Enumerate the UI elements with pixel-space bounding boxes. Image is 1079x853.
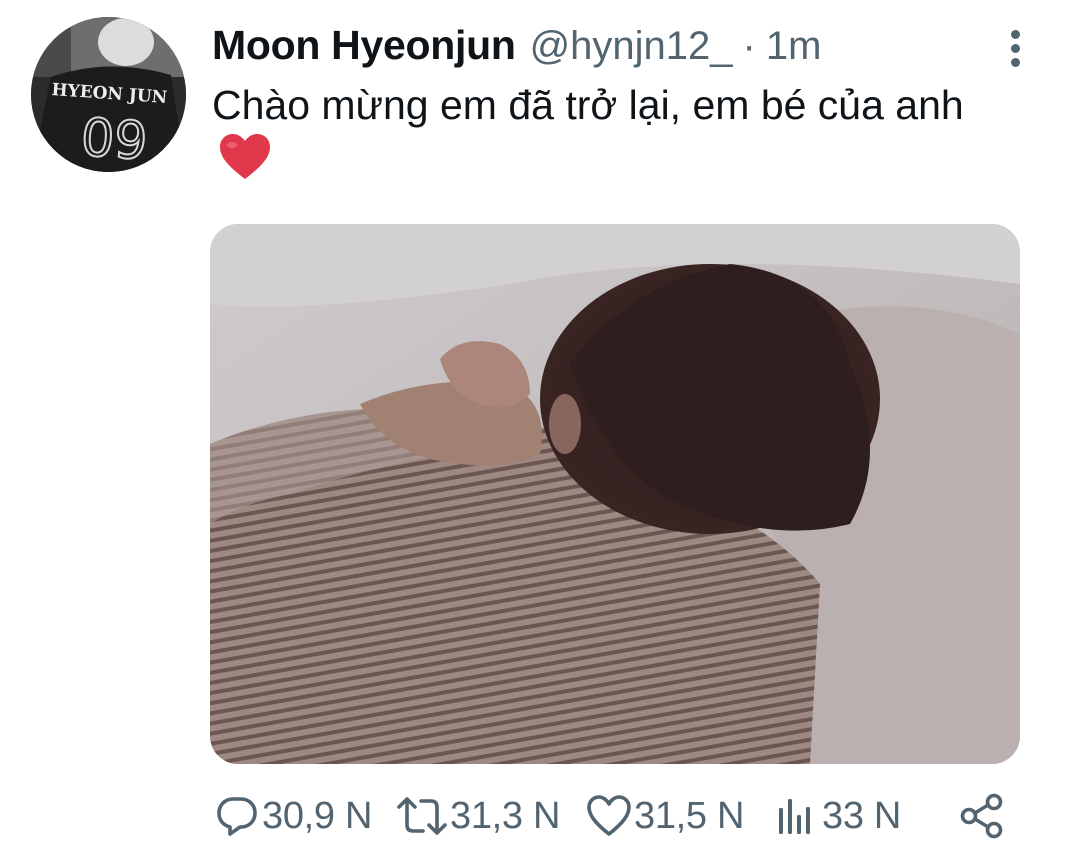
views-icon (779, 799, 810, 834)
separator-dot: · (742, 24, 756, 68)
reply-icon (217, 797, 257, 836)
tweet-actions-bar: 30,9 N 31,3 N 31,5 N 33 N (0, 788, 1079, 844)
reply-button[interactable]: 30,9 N (214, 788, 372, 844)
avatar[interactable]: HYEON JUN 09 (31, 17, 186, 172)
more-options-button[interactable] (1000, 26, 1034, 70)
share-button[interactable] (958, 788, 1006, 844)
retweet-count: 31,3 N (450, 794, 561, 837)
retweet-icon (397, 797, 447, 835)
share-icon (960, 793, 1003, 839)
tweet-media-photo[interactable] (210, 224, 1020, 764)
reply-count: 30,9 N (262, 794, 373, 837)
tweet-header: Moon Hyeonjun @hynjn12_ · 1m (212, 22, 1019, 72)
red-heart-icon (218, 133, 272, 194)
tweet-text: Chào mừng em đã trở lại, em bé của anh (212, 78, 1012, 194)
photo-image (210, 224, 1020, 764)
heart-outline-icon (587, 795, 631, 836)
like-button[interactable]: 31,5 N (586, 788, 744, 844)
avatar-image: HYEON JUN 09 (31, 17, 186, 172)
like-count: 31,5 N (634, 794, 745, 837)
tweet-card[interactable]: HYEON JUN 09 Moon Hyeonjun @hynjn12_ · 1… (0, 0, 1079, 853)
views-count: 33 N (822, 794, 902, 837)
avatar-text-number: 09 (79, 108, 149, 172)
timestamp[interactable]: 1m (766, 24, 822, 69)
author-display-name[interactable]: Moon Hyeonjun (212, 22, 516, 69)
author-handle[interactable]: @hynjn12_ (530, 24, 733, 69)
views-button[interactable]: 33 N (774, 788, 901, 844)
tweet-body: Chào mừng em đã trở lại, em bé của anh (212, 82, 964, 128)
retweet-button[interactable]: 31,3 N (396, 788, 560, 844)
